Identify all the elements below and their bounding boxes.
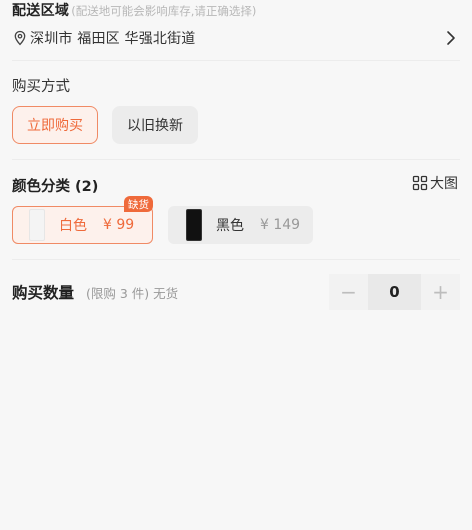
location-pin-icon bbox=[14, 30, 26, 46]
buy-now-option[interactable]: 立即购买 bbox=[12, 106, 98, 144]
address-text: 深圳市 福田区 华强北街道 bbox=[30, 31, 196, 47]
chevron-right-icon[interactable] bbox=[444, 30, 458, 46]
delivery-hint: (配送地可能会影响库存,请正确选择) bbox=[71, 4, 257, 18]
color-option-black[interactable]: 黑色 ¥ 149 bbox=[168, 206, 313, 244]
divider bbox=[12, 259, 460, 260]
color-option-price: ¥ 99 bbox=[103, 217, 135, 233]
quantity-stepper: − 0 + bbox=[329, 274, 460, 310]
big-image-label: 大图 bbox=[430, 176, 458, 192]
color-option-white[interactable]: 白色 ¥ 99 缺货 bbox=[12, 196, 153, 244]
address-selector[interactable]: 深圳市 福田区 华强北街道 bbox=[0, 27, 472, 49]
quantity-note: (限购 3 件) 无货 bbox=[86, 285, 179, 301]
color-title: 颜色分类 (2) bbox=[12, 179, 99, 195]
black-swatch bbox=[186, 209, 202, 241]
color-option-price: ¥ 149 bbox=[260, 217, 301, 233]
color-option-name: 黑色 bbox=[216, 218, 244, 234]
purchase-method-title: 购买方式 bbox=[12, 79, 70, 95]
out-of-stock-badge: 缺货 bbox=[124, 196, 153, 212]
trade-in-option[interactable]: 以旧换新 bbox=[112, 106, 198, 144]
divider bbox=[12, 159, 460, 160]
white-swatch bbox=[29, 209, 45, 241]
delivery-title: 配送区域 bbox=[12, 3, 70, 19]
increment-button[interactable]: + bbox=[421, 274, 460, 310]
big-image-button[interactable]: 大图 bbox=[412, 173, 458, 193]
decrement-button[interactable]: − bbox=[329, 274, 368, 310]
quantity-value[interactable]: 0 bbox=[368, 274, 421, 310]
delivery-header: 配送区域 (配送地可能会影响库存,请正确选择) bbox=[0, 0, 472, 22]
color-option-name: 白色 bbox=[59, 218, 87, 234]
divider bbox=[12, 60, 460, 61]
grid-view-icon bbox=[412, 175, 428, 191]
quantity-title: 购买数量 bbox=[12, 284, 75, 302]
quantity-row: 购买数量 (限购 3 件) 无货 − 0 + bbox=[0, 274, 472, 310]
